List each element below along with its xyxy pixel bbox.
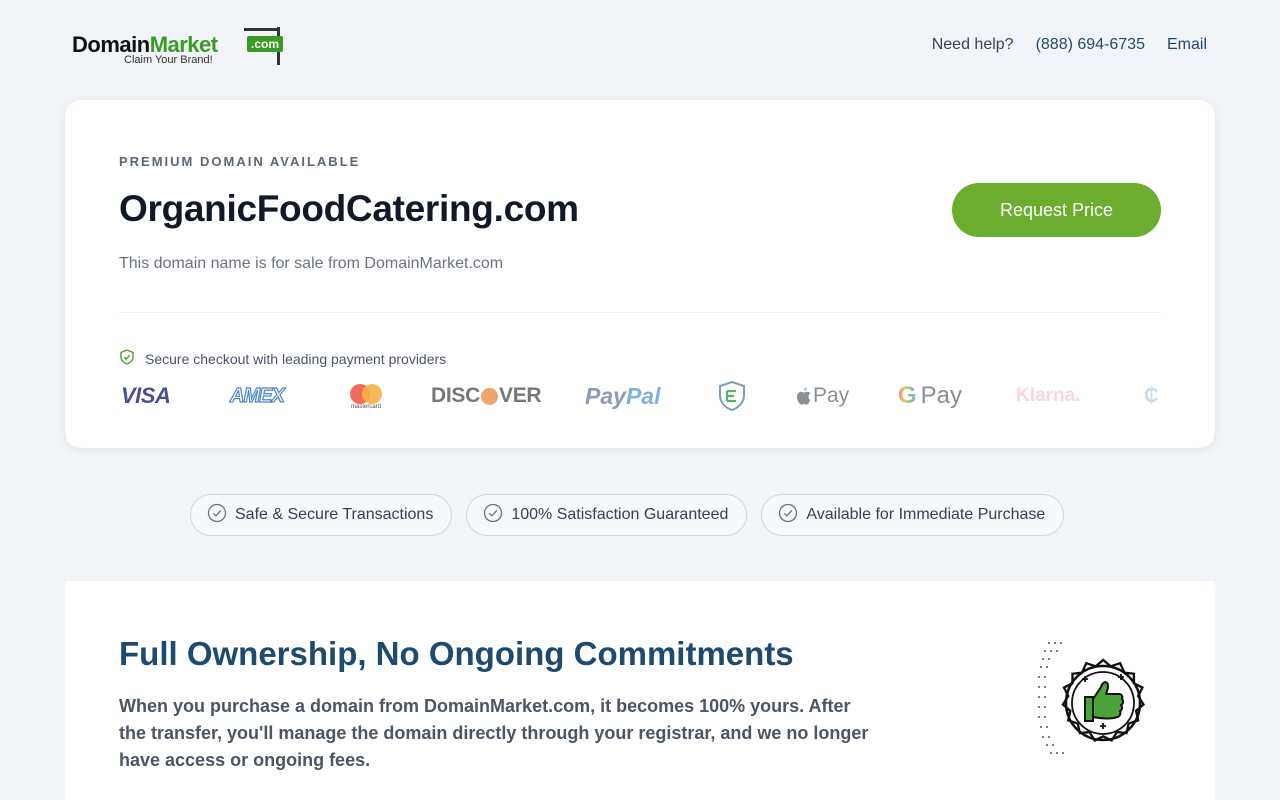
ownership-title: Full Ownership, No Ongoing Commitments: [119, 635, 794, 672]
site-header: DomainMarket .com Claim Your Brand! Need…: [0, 0, 1280, 92]
premium-eyebrow: PREMIUM DOMAIN AVAILABLE: [119, 154, 361, 169]
logo-tagline: Claim Your Brand!: [124, 54, 213, 66]
ownership-body: When you purchase a domain from DomainMa…: [119, 696, 869, 770]
trust-badges: Safe & Secure Transactions 100% Satisfac…: [190, 494, 1065, 536]
paypal-icon: PayPal: [585, 378, 660, 414]
paypal-text-a: Pay: [585, 382, 626, 409]
badge-label: Safe & Secure Transactions: [235, 506, 434, 523]
google-pay-icon: G Pay: [898, 378, 962, 414]
payment-providers: VISA AMEX mastercard DISC VER PayPal Pay …: [119, 378, 1161, 414]
klarna-text: Klarna.: [1016, 385, 1081, 406]
apple-pay-text: Pay: [813, 384, 850, 407]
badge-label: Available for Immediate Purchase: [806, 506, 1046, 523]
mastercard-text: mastercard: [350, 404, 381, 410]
check-circle-icon: [207, 503, 227, 528]
email-link[interactable]: Email: [1167, 36, 1207, 54]
header-nav: Need help? (888) 694-6735 Email: [932, 36, 1207, 54]
secure-checkout-text: Secure checkout with leading payment pro…: [145, 350, 447, 367]
check-circle-icon: [483, 503, 503, 528]
paypal-text: PayPal: [585, 383, 660, 410]
secure-checkout-note: Secure checkout with leading payment pro…: [119, 349, 446, 368]
discover-text-a: DISC: [431, 384, 480, 407]
check-circle-icon: [778, 503, 798, 528]
escrow-icon: [717, 378, 747, 414]
ownership-section: Full Ownership, No Ongoing Commitments W…: [65, 581, 1215, 800]
discover-icon: DISC VER: [431, 378, 542, 414]
klarna-icon: Klarna.: [1016, 378, 1080, 414]
google-g-glyph: G: [898, 382, 917, 409]
discover-text: DISC VER: [431, 384, 542, 408]
amex-text: AMEX: [229, 384, 285, 407]
badge-satisfaction: 100% Satisfaction Guaranteed: [466, 494, 748, 536]
phone-link[interactable]: (888) 694-6735: [1036, 36, 1145, 54]
crypto-icon: ₵: [1144, 378, 1158, 414]
visa-text: VISA: [121, 383, 171, 408]
domain-listing-card: PREMIUM DOMAIN AVAILABLE OrganicFoodCate…: [65, 100, 1215, 448]
thumbs-up-seal-icon: [1033, 637, 1165, 762]
discover-text-b: VER: [498, 384, 542, 407]
logo-com-tag: .com: [247, 36, 284, 52]
visa-icon: VISA: [121, 378, 171, 414]
request-price-button[interactable]: Request Price: [952, 183, 1161, 237]
apple-pay-icon: Pay: [796, 378, 849, 414]
logo-sign-bar: [244, 28, 280, 31]
mastercard-icon: mastercard: [348, 378, 384, 414]
discover-dot: [480, 387, 498, 405]
domain-name-title: OrganicFoodCatering.com: [119, 188, 579, 229]
paypal-text-b: Pal: [625, 382, 661, 409]
need-help-label: Need help?: [931, 36, 1014, 53]
badge-label: 100% Satisfaction Guaranteed: [511, 506, 729, 523]
listing-subtitle: This domain name is for sale from Domain…: [119, 255, 504, 272]
badge-immediate-purchase: Available for Immediate Purchase: [761, 494, 1065, 536]
domainmarket-logo[interactable]: DomainMarket .com Claim Your Brand!: [72, 26, 287, 70]
badge-safe-secure: Safe & Secure Transactions: [190, 494, 453, 536]
shield-check-icon: [119, 349, 135, 368]
google-pay-text: Pay: [920, 382, 963, 409]
crypto-glyph: ₵: [1144, 384, 1159, 407]
card-divider: [119, 312, 1161, 313]
amex-icon: AMEX: [229, 378, 285, 414]
